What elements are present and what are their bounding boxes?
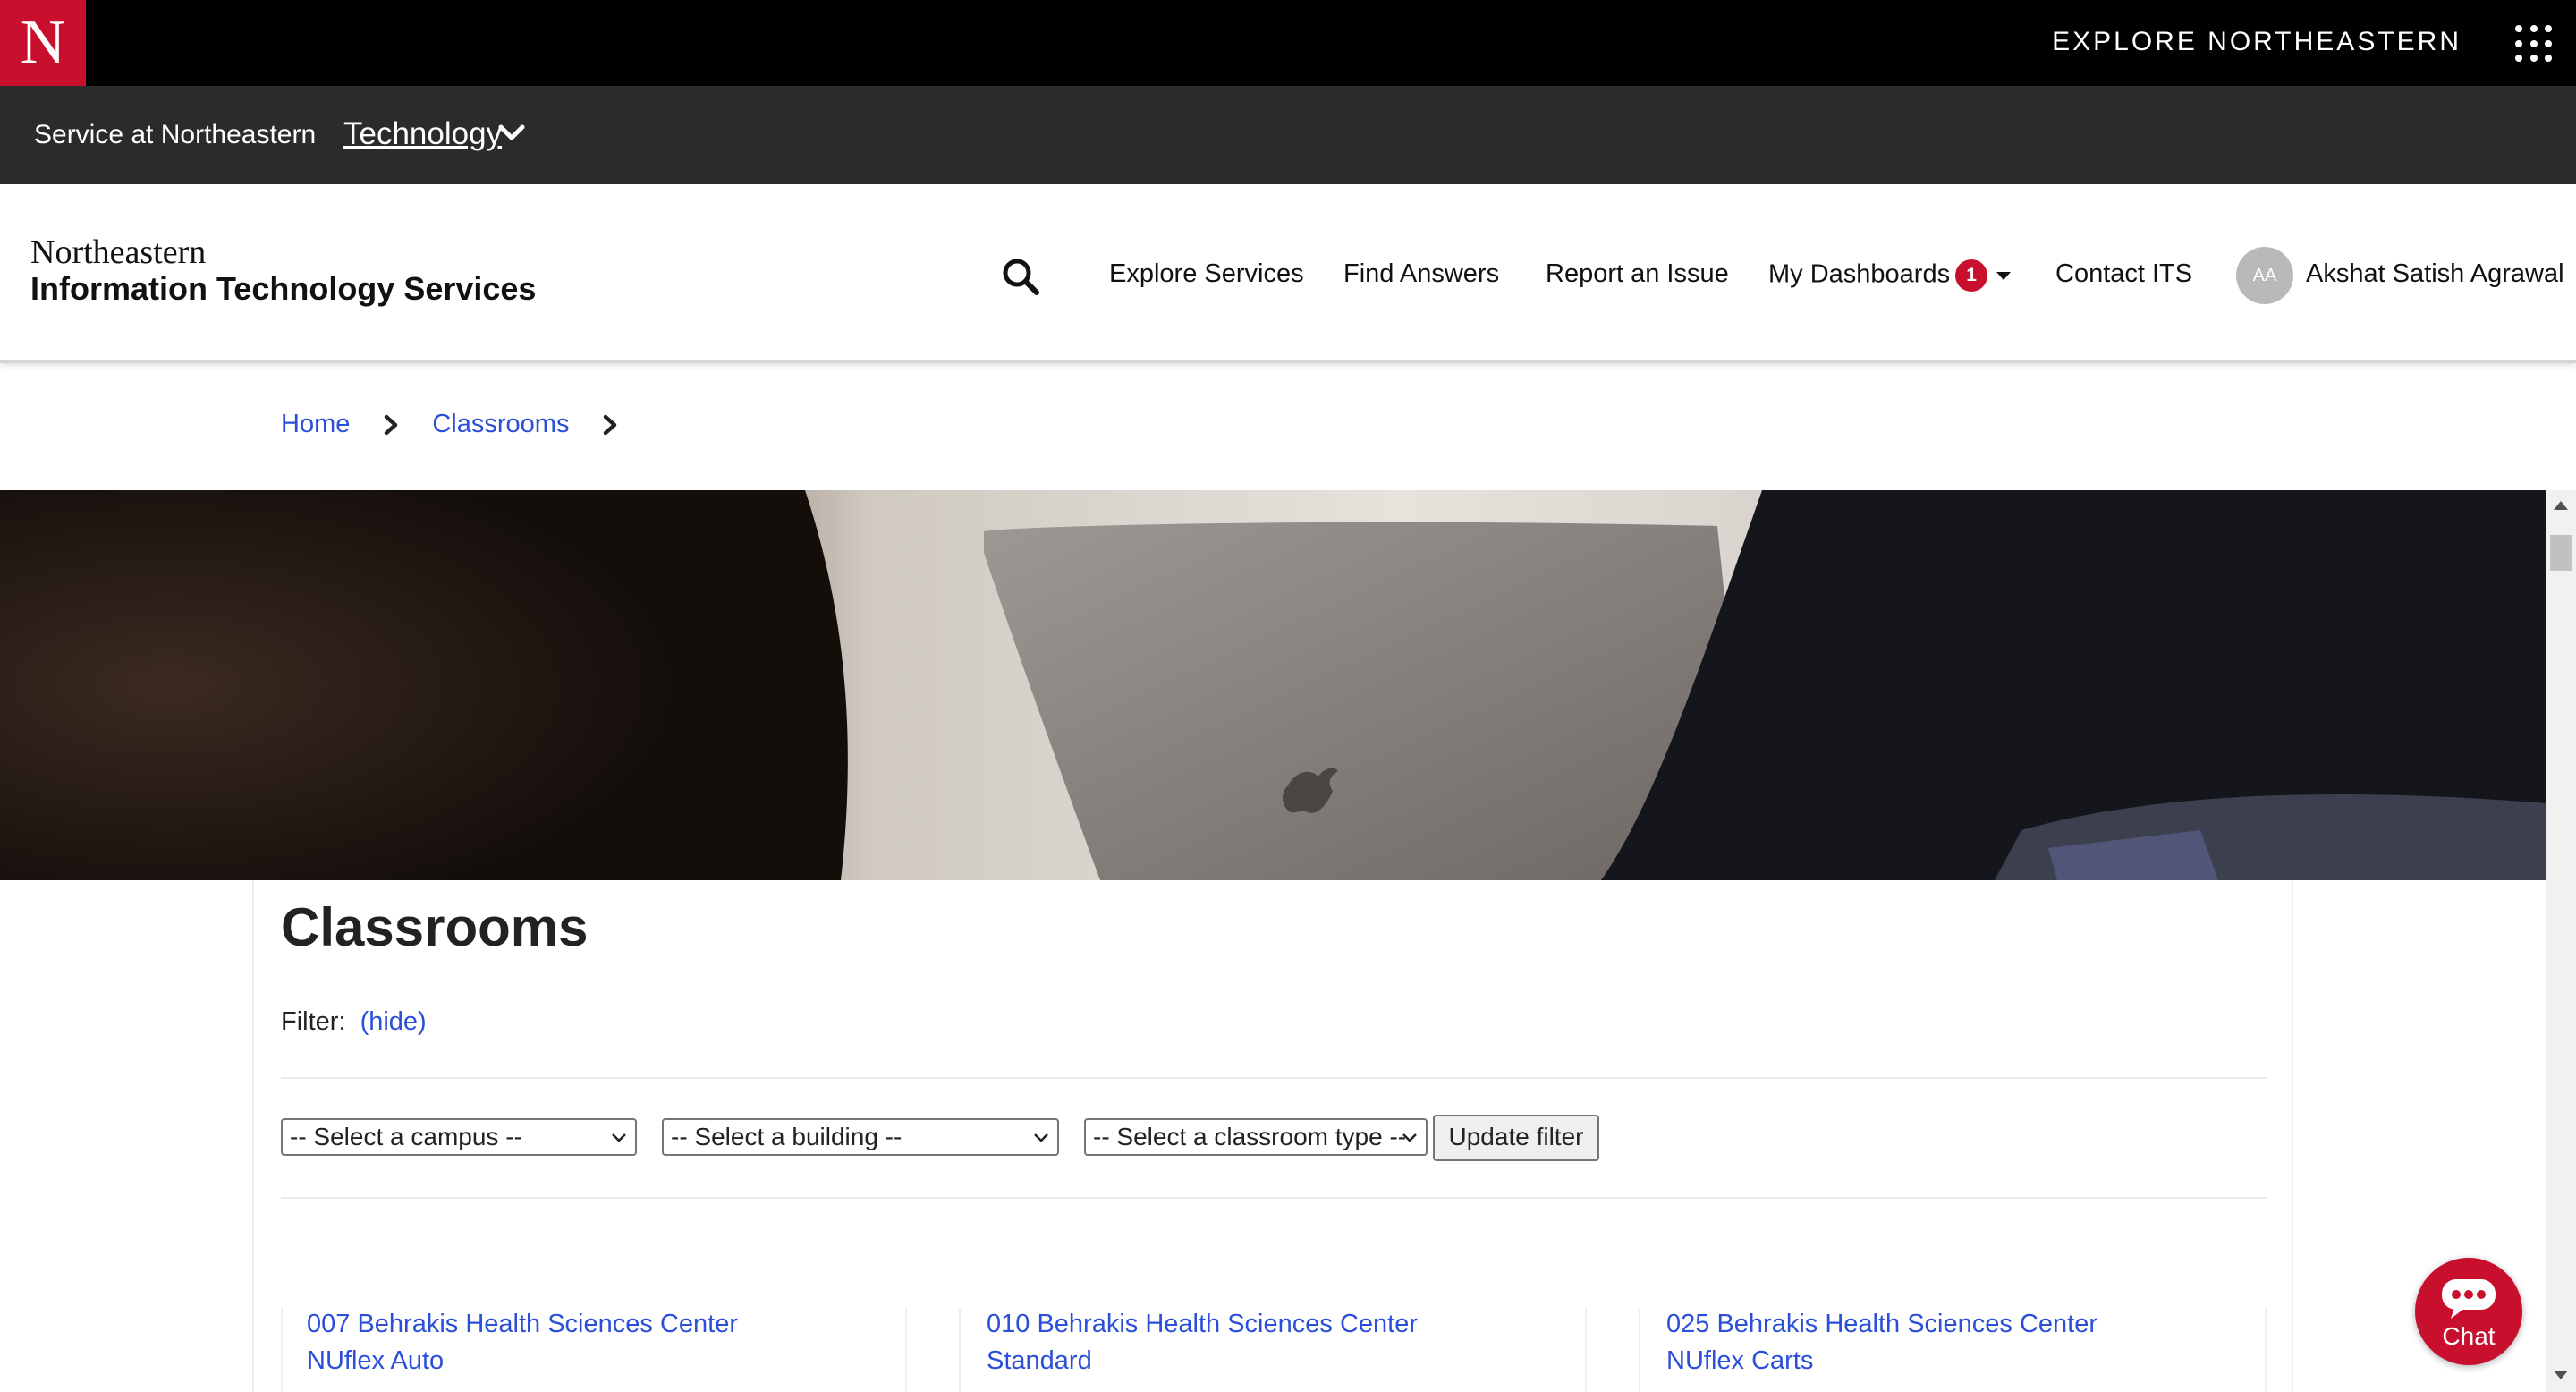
filter-hide-link[interactable]: (hide)	[360, 1007, 427, 1036]
global-top-bar: N EXPLORE NORTHEASTERN	[0, 0, 2576, 86]
technology-dropdown[interactable]: Technology	[343, 116, 502, 152]
service-at-northeastern-link[interactable]: Service at Northeastern	[34, 120, 316, 150]
nav-my-dashboards[interactable]: My Dashboards 1	[1768, 259, 2012, 292]
filter-label: Filter:	[281, 1007, 346, 1036]
building-select[interactable]: -- Select a building --	[662, 1118, 1059, 1156]
campus-select-value: -- Select a campus --	[290, 1123, 522, 1150]
northeastern-logo[interactable]: N	[0, 0, 86, 86]
card-divider	[959, 1308, 961, 1392]
list-item[interactable]: 025 Behrakis Health Sciences Center NUfl…	[1666, 1306, 2097, 1379]
chevron-right-icon	[604, 414, 617, 435]
scroll-up-arrow-icon[interactable]	[2554, 501, 2568, 510]
chevron-down-icon	[612, 1133, 626, 1142]
card-divider	[1585, 1308, 1587, 1392]
room-name-link[interactable]: 025 Behrakis Health Sciences Center	[1666, 1306, 2097, 1343]
service-bar: Service at Northeastern Technology	[0, 86, 2576, 184]
chevron-down-icon	[1034, 1133, 1048, 1142]
card-divider	[281, 1308, 283, 1392]
page-scrollbar[interactable]	[2546, 490, 2576, 1392]
chevron-down-icon	[1402, 1133, 1417, 1142]
brand-line-1: Northeastern	[30, 233, 207, 271]
chat-label: Chat	[2442, 1322, 2496, 1350]
list-item[interactable]: 007 Behrakis Health Sciences Center NUfl…	[307, 1306, 738, 1379]
explore-northeastern-link[interactable]: EXPLORE NORTHEASTERN	[2052, 27, 2462, 57]
grid-icon[interactable]	[2515, 25, 2553, 63]
classroom-type-select-value: -- Select a classroom type --	[1093, 1123, 1407, 1150]
nav-find-answers[interactable]: Find Answers	[1343, 259, 1499, 289]
breadcrumb-classrooms[interactable]: Classrooms	[432, 410, 569, 439]
hero-image	[0, 490, 2546, 880]
nav-contact-its[interactable]: Contact ITS	[2055, 259, 2192, 289]
filter-row: Filter: (hide)	[281, 1007, 427, 1037]
my-dashboards-label: My Dashboards	[1768, 259, 1951, 289]
classroom-type-select[interactable]: -- Select a classroom type --	[1084, 1118, 1428, 1156]
caret-down-icon	[1996, 271, 2012, 280]
divider	[281, 1197, 2267, 1199]
campus-select[interactable]: -- Select a campus --	[281, 1118, 637, 1156]
card-divider	[1639, 1308, 1640, 1392]
chevron-right-icon	[385, 414, 398, 435]
nav-report-an-issue[interactable]: Report an Issue	[1546, 259, 1729, 289]
logo-letter: N	[20, 8, 66, 77]
nav-explore-services[interactable]: Explore Services	[1109, 259, 1304, 289]
chat-bubble-icon	[2442, 1279, 2496, 1319]
notification-badge: 1	[1955, 259, 1988, 292]
chat-button[interactable]: Chat	[2415, 1258, 2522, 1365]
room-name-link[interactable]: 007 Behrakis Health Sciences Center	[307, 1306, 738, 1343]
scroll-down-arrow-icon[interactable]	[2554, 1371, 2568, 1379]
card-divider	[905, 1308, 907, 1392]
divider	[281, 1077, 2267, 1079]
avatar[interactable]: AA	[2236, 247, 2293, 304]
site-header: Northeastern Information Technology Serv…	[0, 184, 2576, 363]
brand-line-2: Information Technology Services	[30, 270, 537, 307]
building-select-value: -- Select a building --	[671, 1123, 902, 1150]
list-item[interactable]: 010 Behrakis Health Sciences Center Stan…	[987, 1306, 1418, 1379]
breadcrumb-home[interactable]: Home	[281, 410, 350, 439]
page-title: Classrooms	[281, 897, 589, 957]
room-type-link[interactable]: NUflex Carts	[1666, 1343, 2097, 1379]
room-type-link[interactable]: Standard	[987, 1343, 1418, 1379]
scrollbar-thumb[interactable]	[2550, 535, 2572, 571]
its-brand-logo[interactable]: Northeastern Information Technology Serv…	[30, 234, 536, 308]
card-divider	[2265, 1308, 2267, 1392]
user-name[interactable]: Akshat Satish Agrawal	[2306, 259, 2564, 289]
search-icon[interactable]	[1000, 256, 1041, 297]
breadcrumb: Home Classrooms	[281, 410, 651, 439]
update-filter-button[interactable]: Update filter	[1433, 1115, 1599, 1161]
room-name-link[interactable]: 010 Behrakis Health Sciences Center	[987, 1306, 1418, 1343]
room-type-link[interactable]: NUflex Auto	[307, 1343, 738, 1379]
chevron-down-icon[interactable]	[497, 118, 526, 147]
